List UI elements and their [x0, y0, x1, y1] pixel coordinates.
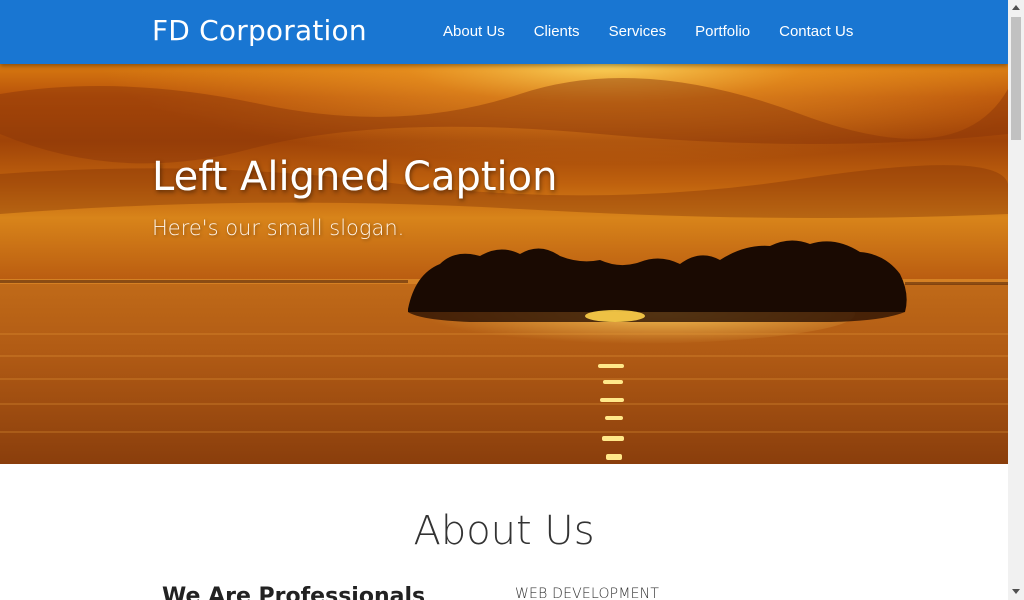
- vertical-scrollbar[interactable]: [1008, 0, 1024, 600]
- nav-link-clients[interactable]: Clients: [534, 23, 580, 40]
- nav-link-about-us[interactable]: About Us: [443, 23, 505, 40]
- about-subtitle: We Are Professionals: [162, 584, 426, 600]
- scroll-down-arrow-icon[interactable]: [1008, 584, 1024, 600]
- brand-logo[interactable]: FD Corporation: [152, 14, 367, 47]
- scrollbar-thumb[interactable]: [1011, 17, 1021, 140]
- nav-link-services[interactable]: Services: [609, 23, 667, 40]
- hero-subtitle: Here's our small slogan.: [152, 216, 405, 240]
- main-nav: About Us Clients Services Portfolio Cont…: [443, 23, 853, 40]
- hero-banner: Left Aligned Caption Here's our small sl…: [0, 64, 1008, 464]
- hero-caption: Left Aligned Caption Here's our small sl…: [152, 154, 557, 240]
- hero-sunset-image: [0, 64, 1008, 464]
- skill-category-label: WEB DEVELOPMENT: [515, 586, 660, 600]
- top-navbar: FD Corporation About Us Clients Services…: [0, 0, 1008, 64]
- about-section-title: About Us: [413, 508, 595, 554]
- hero-title: Left Aligned Caption: [152, 154, 558, 200]
- nav-link-contact-us[interactable]: Contact Us: [779, 23, 853, 40]
- scroll-up-arrow-icon[interactable]: [1008, 0, 1024, 16]
- page: FD Corporation About Us Clients Services…: [0, 0, 1008, 600]
- nav-link-portfolio[interactable]: Portfolio: [695, 23, 750, 40]
